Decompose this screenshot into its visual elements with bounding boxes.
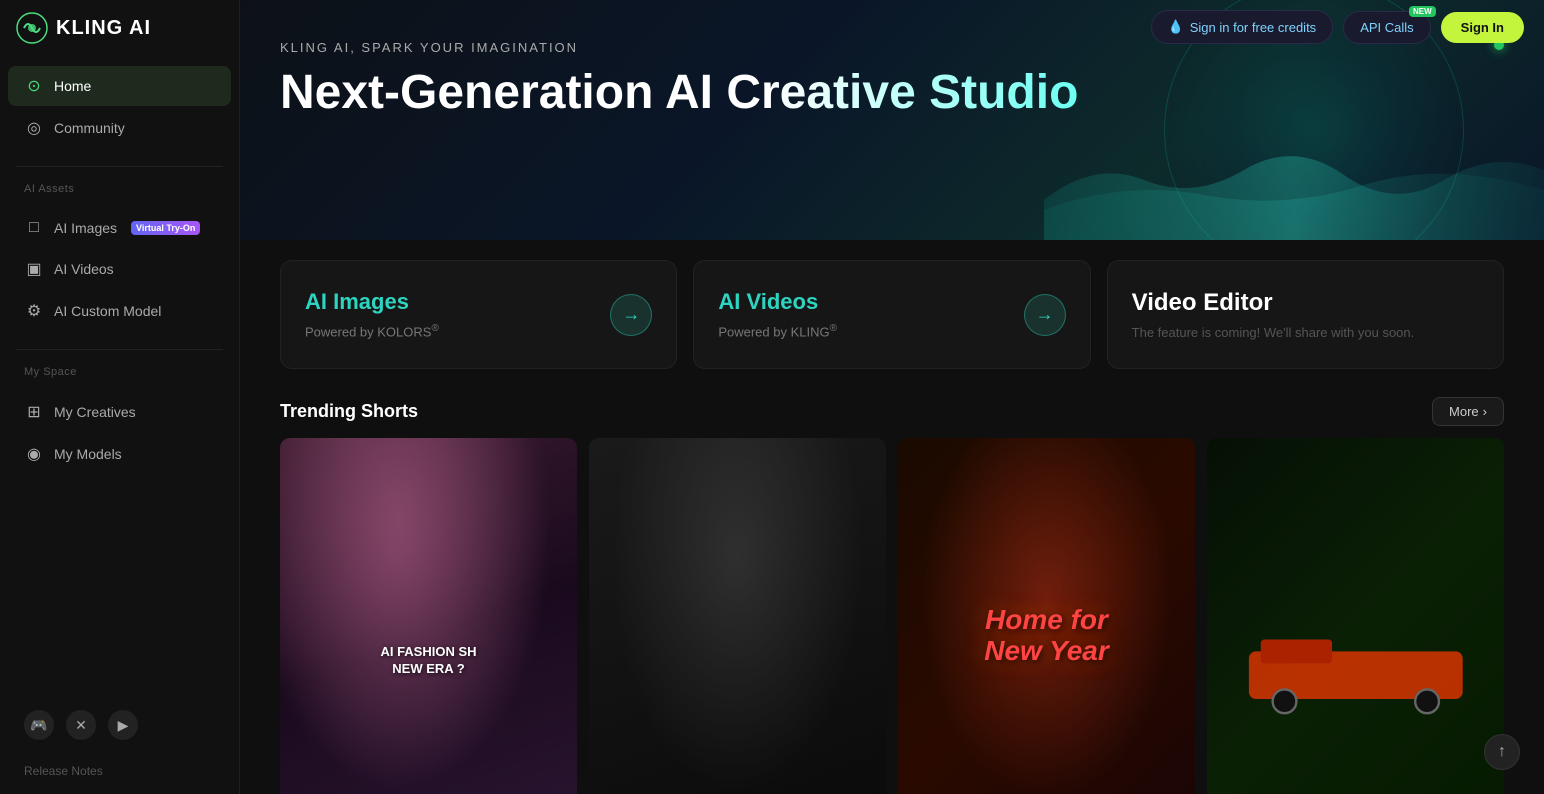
ai-images-subtitle-prefix: Powered by KOLORS: [305, 325, 431, 340]
video-thumb-2: [589, 438, 886, 794]
ai-images-card-subtitle: Powered by KOLORS®: [305, 323, 439, 339]
api-calls-label: API Calls: [1360, 20, 1413, 35]
sidebar-divider-2: [16, 349, 223, 350]
trending-shorts-more-chevron: ›: [1483, 404, 1487, 419]
ai-videos-card-subtitle: Powered by KLING®: [718, 323, 837, 339]
ai-assets-nav: □ AI Images Virtual Try-On ▣ AI Videos ⚙…: [0, 199, 239, 341]
video-editor-card-title: Video Editor: [1132, 289, 1415, 317]
ai-assets-label: AI Assets: [0, 175, 239, 199]
community-icon: ◎: [24, 118, 44, 138]
release-notes[interactable]: Release Notes: [16, 760, 223, 782]
ai-images-feature-card[interactable]: AI Images Powered by KOLORS® →: [280, 260, 677, 369]
sidebar-item-ai-images[interactable]: □ AI Images Virtual Try-On: [8, 209, 231, 247]
sidebar-nav: ⊙ Home ◎ Community: [0, 56, 239, 158]
trending-shorts-title: Trending Shorts: [280, 401, 418, 422]
youtube-icon[interactable]: ▶: [108, 710, 138, 740]
virtual-try-on-badge: Virtual Try-On: [131, 221, 200, 235]
ai-images-card-title: AI Images: [305, 289, 439, 315]
topbar: 💧 Sign in for free credits API Calls NEW…: [1131, 0, 1544, 54]
ai-videos-feature-card[interactable]: AI Videos Powered by KLING® →: [693, 260, 1090, 369]
logo-text: KLING AI: [56, 17, 151, 40]
video-card-1[interactable]: AI FASHION SH NEW ERA ? r runwaybliss...…: [280, 438, 577, 794]
ai-images-icon: □: [24, 219, 44, 237]
sidebar-item-home[interactable]: ⊙ Home: [8, 66, 231, 106]
my-space-label: My Space: [0, 358, 239, 382]
signin-button[interactable]: Sign In: [1441, 12, 1524, 43]
video-card-2[interactable]: K KLING2789 ♥ 108 | 00:32: [589, 438, 886, 794]
trending-shorts-header: Trending Shorts More ›: [240, 389, 1544, 438]
main-content: 💧 Sign in for free credits API Calls NEW…: [240, 0, 1544, 794]
credits-drop-icon: 💧: [1168, 19, 1184, 35]
video-card-3[interactable]: Home for New Year P Prometheus Movie ♥ 5…: [898, 438, 1195, 794]
sidebar-divider-1: [16, 166, 223, 167]
sidebar-item-label-community: Community: [54, 120, 125, 136]
ai-images-card-text: AI Images Powered by KOLORS®: [305, 289, 439, 339]
video-editor-card-text: Video Editor The feature is coming! We'l…: [1132, 289, 1415, 340]
sidebar-item-ai-custom-model[interactable]: ⚙ AI Custom Model: [8, 291, 231, 331]
scroll-to-top-button[interactable]: ↑: [1484, 734, 1520, 770]
ai-videos-card-text: AI Videos Powered by KLING®: [718, 289, 837, 339]
sidebar-item-label-ai-videos: AI Videos: [54, 261, 114, 277]
video-thumb-1: AI FASHION SH NEW ERA ?: [280, 438, 577, 794]
my-space-nav: ⊞ My Creatives ◉ My Models: [0, 382, 239, 484]
video-card-4[interactable]: K KLING3386 ♥ 130 | 00:11: [1207, 438, 1504, 794]
trending-shorts-grid: AI FASHION SH NEW ERA ? r runwaybliss...…: [240, 438, 1544, 794]
ai-videos-arrow[interactable]: →: [1024, 294, 1066, 336]
hero-wave: [1044, 120, 1544, 240]
ai-images-subtitle-reg: ®: [431, 323, 438, 334]
ai-videos-subtitle-reg: ®: [830, 323, 837, 334]
free-credits-button[interactable]: 💧 Sign in for free credits: [1151, 10, 1334, 44]
sidebar-item-label-ai-images: AI Images: [54, 220, 117, 236]
discord-icon[interactable]: 🎮: [24, 710, 54, 740]
ai-custom-model-icon: ⚙: [24, 301, 44, 321]
ai-videos-icon: ▣: [24, 259, 44, 279]
ai-videos-subtitle-prefix: Powered by KLING: [718, 325, 829, 340]
free-credits-label: Sign in for free credits: [1190, 20, 1316, 35]
api-calls-button[interactable]: API Calls NEW: [1343, 11, 1430, 44]
signin-label: Sign In: [1461, 20, 1504, 35]
my-models-icon: ◉: [24, 444, 44, 464]
video-thumb-3: Home for New Year: [898, 438, 1195, 794]
home-icon: ⊙: [24, 76, 44, 96]
sidebar-item-label-home: Home: [54, 78, 91, 94]
sidebar-item-label-ai-custom-model: AI Custom Model: [54, 303, 161, 319]
sidebar-item-my-models[interactable]: ◉ My Models: [8, 434, 231, 474]
api-new-badge: NEW: [1409, 6, 1436, 17]
sidebar-item-community[interactable]: ◎ Community: [8, 108, 231, 148]
twitter-icon[interactable]: ✕: [66, 710, 96, 740]
video-editor-feature-card[interactable]: Video Editor The feature is coming! We'l…: [1107, 260, 1504, 369]
sidebar-item-label-my-creatives: My Creatives: [54, 404, 136, 420]
ai-videos-card-title: AI Videos: [718, 289, 837, 315]
logo-icon: [16, 12, 48, 44]
video-editor-coming-soon: The feature is coming! We'll share with …: [1132, 325, 1415, 340]
social-icons: 🎮 ✕ ▶: [16, 702, 223, 748]
video-thumb-4: [1207, 438, 1504, 794]
sidebar: KLING AI ⊙ Home ◎ Community AI Assets □ …: [0, 0, 240, 794]
ai-images-arrow[interactable]: →: [610, 294, 652, 336]
sidebar-item-ai-videos[interactable]: ▣ AI Videos: [8, 249, 231, 289]
hero-title-line1: Next-Generation AI: [280, 66, 713, 119]
sidebar-item-label-my-models: My Models: [54, 446, 122, 462]
logo-area[interactable]: KLING AI: [0, 0, 239, 56]
my-creatives-icon: ⊞: [24, 402, 44, 422]
sidebar-bottom: 🎮 ✕ ▶ Release Notes: [0, 690, 239, 794]
trending-shorts-more-button[interactable]: More ›: [1432, 397, 1504, 426]
feature-cards: AI Images Powered by KOLORS® → AI Videos…: [240, 240, 1544, 389]
trending-shorts-more-label: More: [1449, 404, 1479, 419]
hero-title-line2: Creative Studio: [726, 66, 1078, 119]
sidebar-item-my-creatives[interactable]: ⊞ My Creatives: [8, 392, 231, 432]
